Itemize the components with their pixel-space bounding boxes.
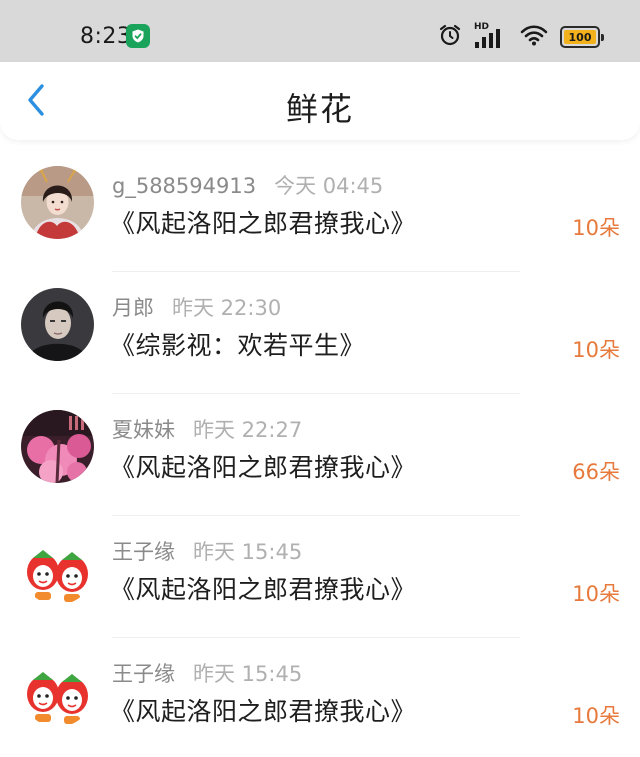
item-meta: 王子缘 昨天 15:45 [112,536,302,566]
alarm-icon [438,23,462,51]
list-item[interactable]: g_588594913 今天 04:45 《风起洛阳之郎君撩我心》 10朵 [0,150,640,272]
item-meta: 夏妹妹 昨天 22:27 [112,414,302,444]
nav-bar: 鲜花 [0,62,640,140]
user-name: g_588594913 [112,174,257,198]
item-meta: 王子缘 昨天 15:45 [112,658,302,688]
item-meta: 月郎 昨天 22:30 [112,292,281,322]
wifi-icon [520,23,548,51]
list-item[interactable]: 夏妹妹 昨天 22:27 《风起洛阳之郎君撩我心》 66朵 [0,394,640,516]
avatar[interactable] [21,654,94,727]
gift-time: 今天 04:45 [274,174,384,198]
user-name: 夏妹妹 [112,418,175,442]
list-item[interactable]: 王子缘 昨天 15:45 《风起洛阳之郎君撩我心》 10朵 [0,638,640,757]
network-badge: HD [474,22,490,32]
item-meta: g_588594913 今天 04:45 [112,170,383,200]
book-title: 《风起洛阳之郎君撩我心》 [110,453,417,482]
flower-amount: 10朵 [572,704,620,728]
status-icons: HD 100 [438,22,604,51]
avatar[interactable] [21,166,94,239]
flower-amount: 10朵 [572,582,620,606]
gift-time: 昨天 22:27 [193,418,303,442]
status-time: 8:23 [80,24,132,49]
gift-time: 昨天 22:30 [172,296,282,320]
avatar[interactable] [21,288,94,361]
user-name: 王子缘 [112,662,175,686]
book-title: 《风起洛阳之郎君撩我心》 [110,697,417,726]
avatar[interactable] [21,410,94,483]
page-title: 鲜花 [285,90,354,128]
list-item[interactable]: 王子缘 昨天 15:45 《风起洛阳之郎君撩我心》 10朵 [0,516,640,638]
gift-time: 昨天 15:45 [193,662,303,686]
flower-amount: 10朵 [572,338,620,362]
gift-time: 昨天 15:45 [193,540,303,564]
book-title: 《综影视：欢若平生》 [110,331,366,360]
gift-list: g_588594913 今天 04:45 《风起洛阳之郎君撩我心》 10朵 月郎昨… [0,150,640,757]
battery-level: 100 [564,30,596,44]
user-name: 王子缘 [112,540,175,564]
book-title: 《风起洛阳之郎君撩我心》 [110,575,417,604]
avatar[interactable] [21,532,94,605]
shield-app-icon [126,24,150,48]
book-title: 《风起洛阳之郎君撩我心》 [110,209,417,238]
list-item[interactable]: 月郎 昨天 22:30 《综影视：欢若平生》 10朵 [0,272,640,394]
flower-amount: 66朵 [572,460,620,484]
flower-amount: 10朵 [572,216,620,240]
user-name: 月郎 [112,296,154,320]
status-bar: 8:23 HD 100 [0,0,640,62]
battery-icon: 100 [560,26,604,48]
signal-icon: HD [474,22,508,50]
